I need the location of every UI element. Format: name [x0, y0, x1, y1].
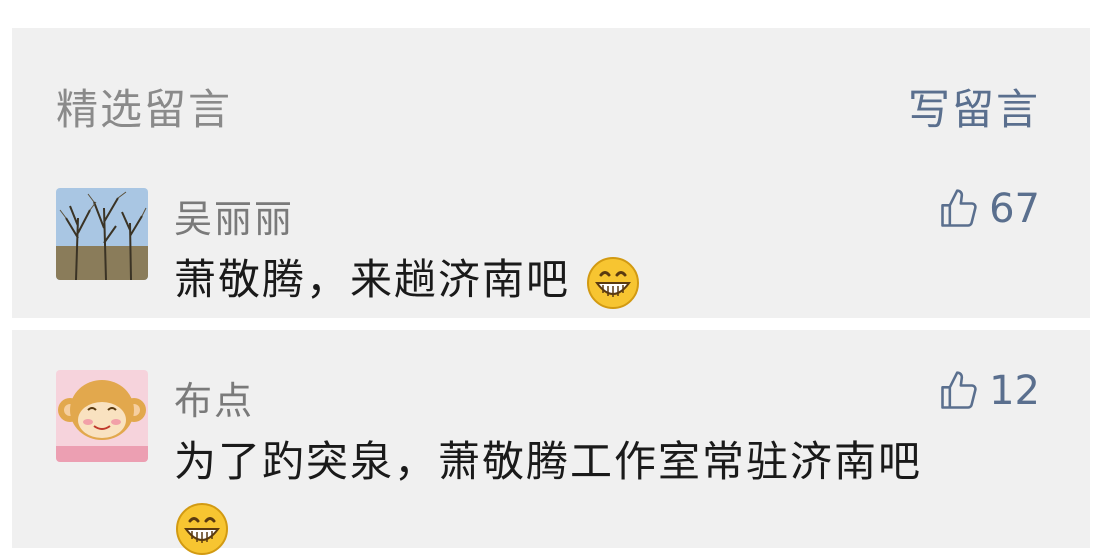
section-title: 精选留言 [56, 85, 233, 134]
comment-author[interactable]: 吴丽丽 [174, 188, 294, 243]
comment-content: 萧敬腾，来趟济南吧 [174, 248, 641, 312]
comment-content: 为了趵突泉，萧敬腾工作室常驻济南吧 [174, 430, 1074, 558]
avatar[interactable] [56, 188, 148, 280]
avatar[interactable] [56, 370, 148, 462]
grinning-face-icon [587, 256, 640, 309]
like-button[interactable]: 67 [937, 186, 1040, 232]
like-button[interactable]: 12 [937, 368, 1040, 414]
thumbs-up-icon [941, 371, 977, 409]
comment-author[interactable]: 布点 [174, 370, 254, 425]
featured-comments-panel: 精选留言 写留言 吴丽丽 67 萧敬腾，来趟济南吧 [12, 28, 1090, 318]
comment-text: 萧敬腾，来趟济南吧 [174, 255, 571, 304]
grinning-face-icon [176, 502, 228, 555]
thumbs-up-icon [941, 189, 977, 227]
comment-item: 布点 12 为了趵突泉，萧敬腾工作室常驻济南吧 [12, 330, 1090, 555]
avatar-trees-image [56, 188, 148, 280]
comment-text: 为了趵突泉，萧敬腾工作室常驻济南吧 [174, 437, 923, 486]
write-comment-button[interactable]: 写留言 [908, 76, 1040, 137]
like-count: 12 [989, 368, 1040, 414]
like-count: 67 [989, 186, 1040, 232]
avatar-monkey-image [56, 370, 148, 462]
